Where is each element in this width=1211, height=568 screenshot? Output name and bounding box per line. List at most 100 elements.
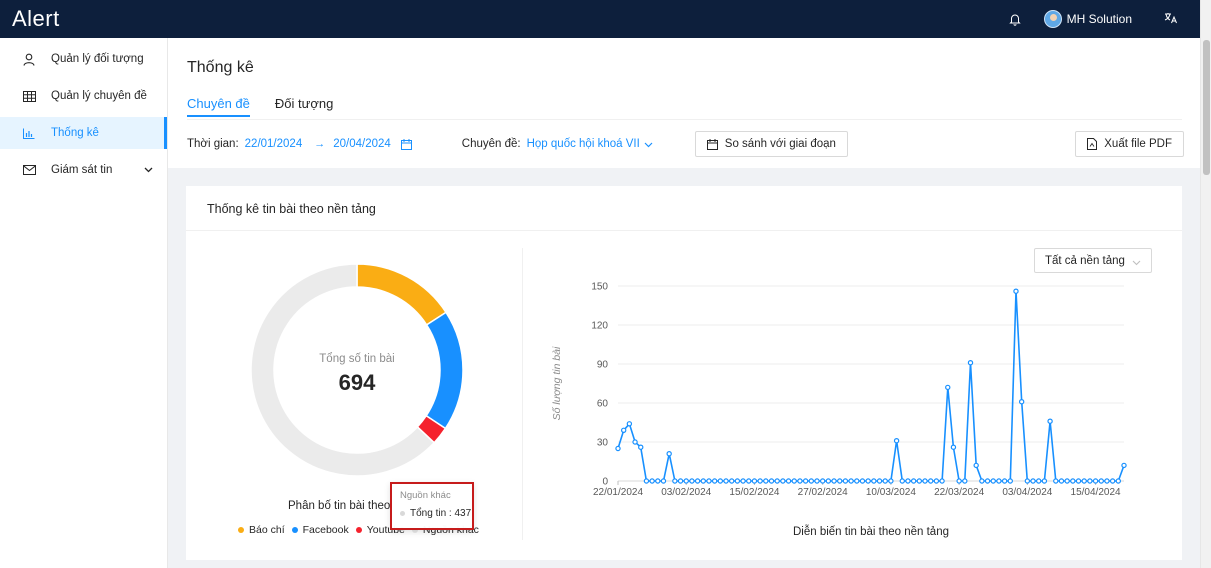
data-point[interactable] — [660, 478, 667, 484]
data-point[interactable] — [1121, 462, 1127, 469]
platform-select[interactable]: Tất cả nền tảng — [1034, 248, 1152, 273]
data-point[interactable] — [785, 478, 792, 484]
legend-item-press[interactable]: Báo chí — [238, 524, 285, 536]
data-point[interactable] — [1047, 418, 1053, 424]
data-point[interactable] — [1064, 478, 1070, 484]
data-point[interactable] — [723, 478, 729, 484]
sidebar-item-topic-management[interactable]: Quản lý chuyên đề — [0, 80, 167, 112]
data-point[interactable] — [1001, 478, 1008, 484]
data-point[interactable] — [797, 478, 803, 484]
data-point[interactable] — [740, 478, 746, 484]
data-point[interactable] — [620, 427, 627, 433]
chevron-down-icon[interactable] — [644, 137, 653, 151]
data-point[interactable] — [791, 478, 797, 484]
data-point[interactable] — [626, 421, 633, 427]
data-point[interactable] — [717, 478, 724, 484]
sidebar-item-statistics[interactable]: Thống kê — [0, 117, 167, 149]
data-point[interactable] — [780, 478, 786, 484]
data-point[interactable] — [1041, 478, 1048, 484]
calendar-icon[interactable] — [400, 138, 412, 150]
data-point[interactable] — [899, 478, 905, 484]
data-point[interactable] — [962, 478, 968, 484]
data-point[interactable] — [1104, 478, 1110, 484]
data-point[interactable] — [905, 478, 911, 484]
sidebar-item-object-management[interactable]: Quản lý đối tượng — [0, 43, 167, 75]
export-pdf-button[interactable]: Xuất file PDF — [1075, 131, 1184, 157]
data-point[interactable] — [1109, 478, 1116, 484]
data-point[interactable] — [1058, 478, 1065, 484]
data-point[interactable] — [802, 478, 809, 484]
app-logo[interactable]: Alert — [12, 6, 60, 32]
data-point[interactable] — [1070, 478, 1076, 484]
data-point[interactable] — [655, 478, 661, 484]
date-to-input[interactable]: 20/04/2024 — [333, 138, 391, 150]
data-point[interactable] — [1036, 478, 1042, 484]
scrollbar-thumb[interactable] — [1203, 40, 1210, 175]
data-point[interactable] — [774, 478, 780, 484]
data-point[interactable] — [706, 478, 712, 484]
data-point[interactable] — [916, 478, 923, 484]
data-point[interactable] — [956, 478, 962, 484]
data-point[interactable] — [831, 478, 837, 484]
data-point[interactable] — [854, 478, 860, 484]
data-point[interactable] — [694, 478, 701, 484]
legend-item-facebook[interactable]: Facebook — [291, 524, 349, 536]
data-point[interactable] — [927, 478, 934, 484]
data-point[interactable] — [1098, 478, 1104, 484]
data-point[interactable] — [1007, 478, 1013, 484]
data-point[interactable] — [950, 444, 957, 450]
data-point[interactable] — [700, 478, 706, 484]
data-point[interactable] — [808, 478, 815, 484]
scrollbar[interactable] — [1200, 0, 1211, 568]
compare-period-button[interactable]: So sánh với giai đoạn — [694, 131, 848, 157]
data-point[interactable] — [1087, 478, 1093, 484]
data-point[interactable] — [837, 478, 843, 484]
data-point[interactable] — [746, 478, 752, 484]
data-point[interactable] — [939, 478, 945, 484]
data-point[interactable] — [842, 478, 849, 484]
sidebar-item-news-monitoring[interactable]: Giám sát tin — [0, 154, 167, 186]
date-from-input[interactable]: 22/01/2024 — [245, 138, 303, 150]
topic-select[interactable]: Họp quốc hội khoá VII — [527, 138, 640, 150]
platform-trend-line-chart[interactable]: 0 30 60 90 120 150 22/01/2024 03/02/2024 15/02/2… — [532, 278, 1132, 540]
data-point[interactable] — [996, 478, 1002, 484]
data-point[interactable] — [768, 478, 775, 484]
data-point[interactable] — [1081, 478, 1087, 484]
data-point[interactable] — [967, 359, 974, 366]
data-point[interactable] — [933, 478, 940, 484]
data-point[interactable] — [1092, 478, 1099, 484]
data-point[interactable] — [711, 478, 718, 484]
data-point[interactable] — [683, 478, 689, 484]
data-point[interactable] — [677, 478, 684, 484]
data-point[interactable] — [734, 478, 741, 484]
data-point[interactable] — [882, 478, 888, 484]
data-point[interactable] — [893, 437, 900, 444]
tab-object[interactable]: Đối tượng — [275, 96, 333, 117]
data-point[interactable] — [979, 478, 985, 484]
data-point[interactable] — [990, 478, 996, 484]
translate-icon[interactable] — [1164, 12, 1178, 27]
data-point[interactable] — [751, 478, 758, 484]
data-point[interactable] — [876, 478, 883, 484]
data-point[interactable] — [649, 478, 655, 484]
data-point[interactable] — [848, 478, 854, 484]
data-point[interactable] — [945, 384, 951, 391]
data-point[interactable] — [1024, 478, 1031, 484]
data-point[interactable] — [973, 462, 979, 469]
data-point[interactable] — [666, 450, 672, 457]
data-point[interactable] — [888, 478, 894, 484]
data-point[interactable] — [615, 445, 621, 452]
data-point[interactable] — [643, 478, 650, 484]
data-point[interactable] — [910, 478, 917, 484]
data-point[interactable] — [1115, 478, 1122, 484]
data-point[interactable] — [859, 478, 866, 484]
data-point[interactable] — [757, 478, 763, 484]
data-point[interactable] — [825, 478, 832, 484]
data-point[interactable] — [729, 478, 735, 484]
data-point[interactable] — [638, 444, 644, 450]
data-point[interactable] — [632, 439, 638, 445]
data-point[interactable] — [814, 478, 820, 484]
bell-icon[interactable] — [1008, 12, 1022, 26]
donut-slice-0[interactable] — [356, 264, 447, 326]
data-point[interactable] — [1013, 288, 1019, 294]
